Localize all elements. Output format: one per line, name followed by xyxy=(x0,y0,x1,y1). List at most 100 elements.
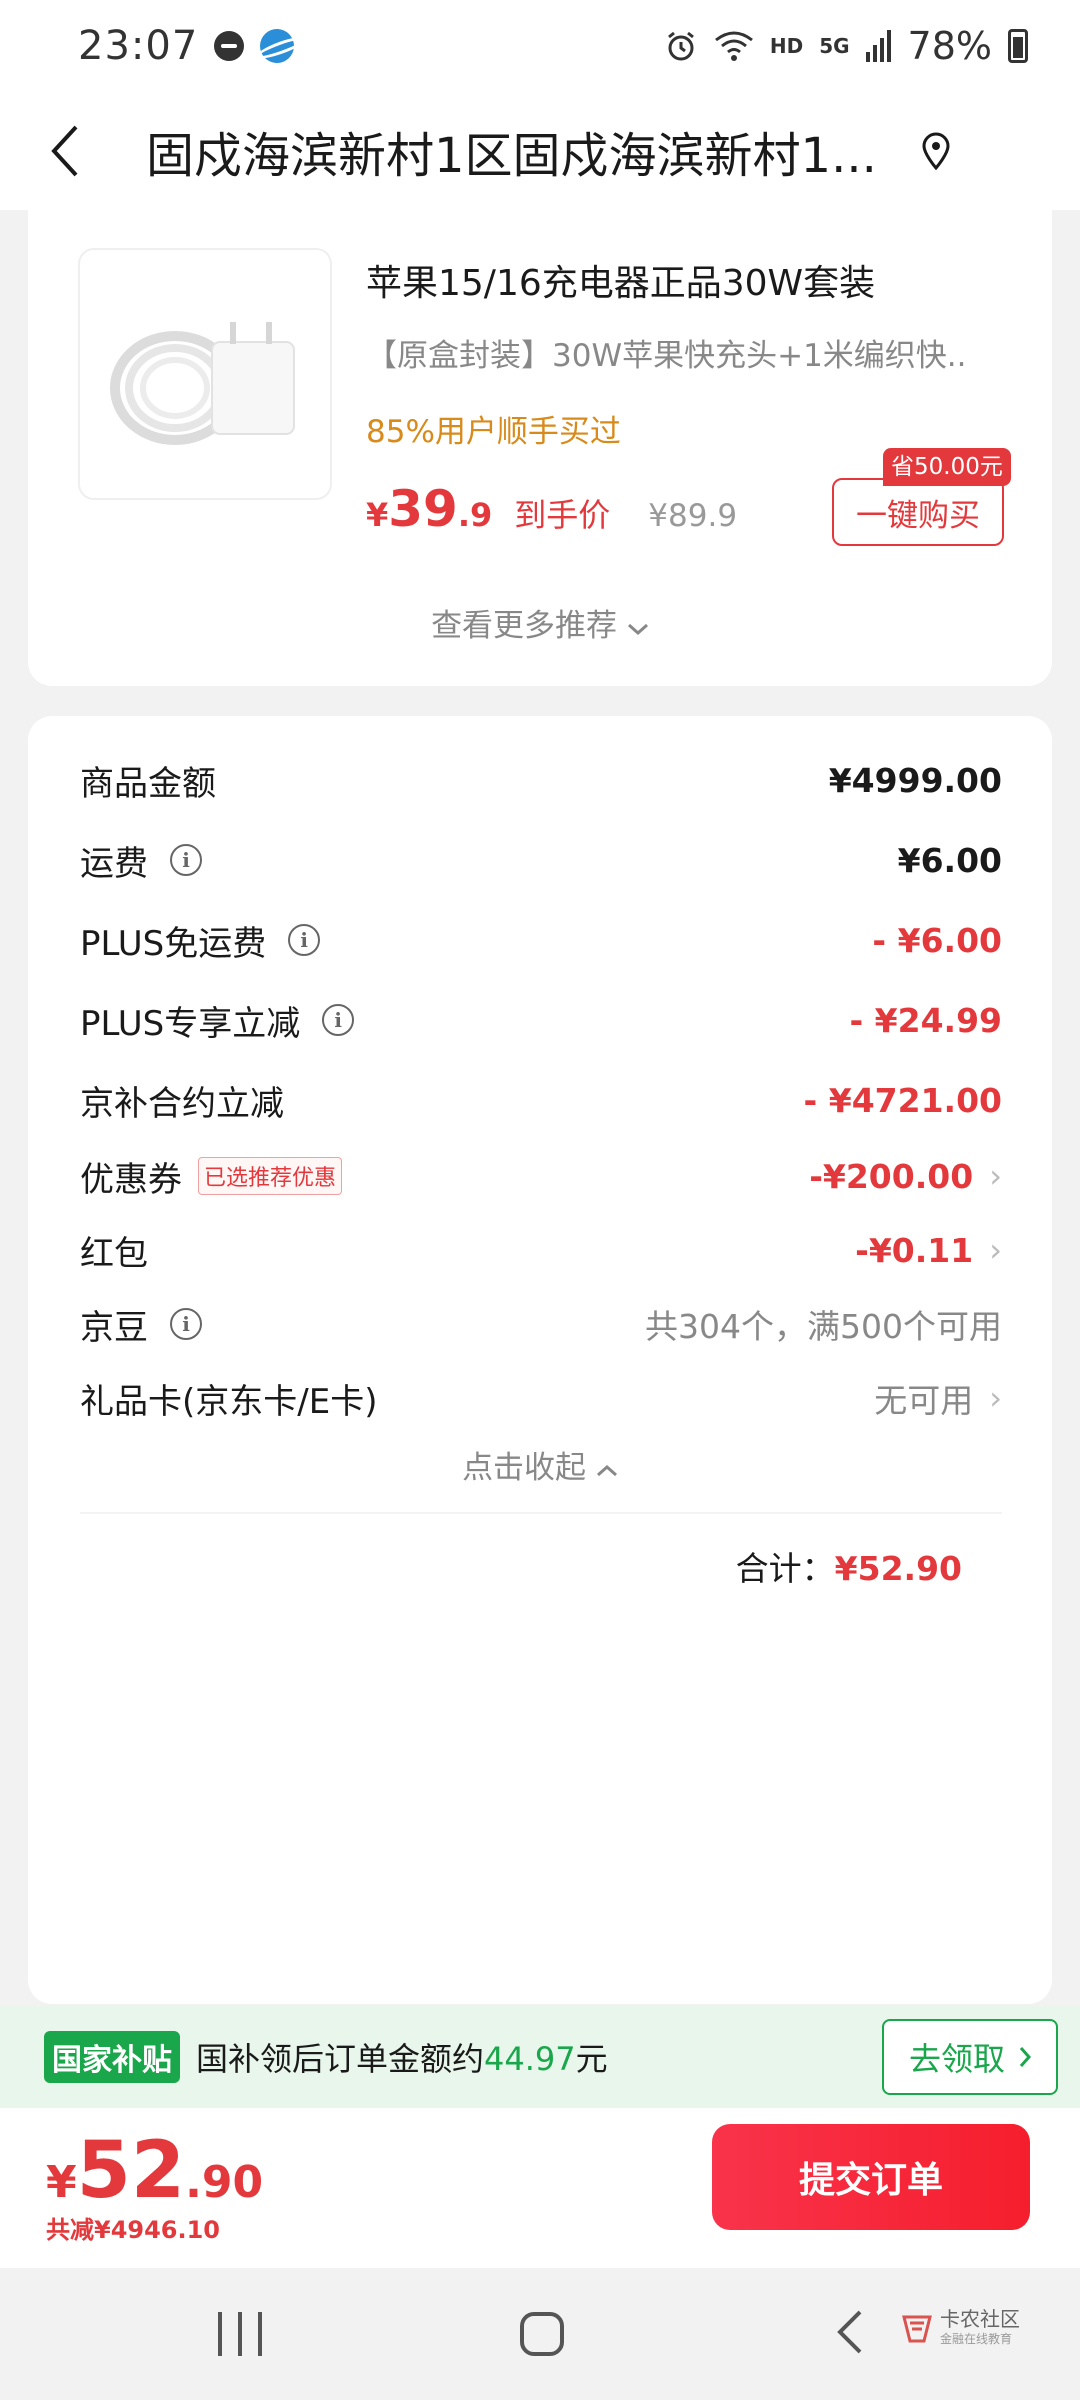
fee-label-wrap: 优惠券 已选推荐优惠 xyxy=(80,1152,343,1201)
hd-indicator: HD xyxy=(769,34,804,58)
product-price: ¥ 39 .9 到手价 ¥89.9 xyxy=(366,480,737,538)
fee-row-gift-card[interactable]: 礼品卡(京东卡/E卡) 无可用 › xyxy=(80,1368,1002,1428)
total-saved: 共减¥4946.10 xyxy=(46,2216,221,2244)
order-total: 合计：¥52.90 xyxy=(736,1542,962,1590)
price-integer: 39 xyxy=(388,480,458,538)
fee-value: ¥6.00 xyxy=(897,840,1002,880)
fee-value: -¥200.00 xyxy=(809,1156,974,1196)
fee-value: - ¥4721.00 xyxy=(803,1080,1002,1120)
claim-subsidy-button[interactable]: 去领取 xyxy=(882,2019,1058,2095)
signal-icon xyxy=(865,30,891,62)
network-type: 5G xyxy=(819,34,850,58)
collapse-label: 点击收起 xyxy=(462,1450,587,1486)
more-recommendations-link[interactable]: 查看更多推荐 xyxy=(28,600,1052,645)
one-click-buy-button[interactable]: 一键购买 xyxy=(832,478,1004,546)
watermark-sub: 金融在线教育 xyxy=(940,2332,1013,2346)
fee-row-goods: 商品金额 ¥4999.00 xyxy=(80,750,1002,810)
collapse-link[interactable]: 点击收起 xyxy=(28,1442,1052,1487)
fee-label-wrap: 运费 i xyxy=(80,836,202,885)
subsidy-text-after: 元 xyxy=(575,2040,608,2078)
original-price: ¥89.9 xyxy=(648,498,738,534)
fee-label-wrap: PLUS免运费 i xyxy=(80,916,321,965)
fee-value: -¥0.11 xyxy=(855,1230,974,1270)
status-bar-left: 23:07 xyxy=(78,23,300,69)
fee-label: 红包 xyxy=(80,1233,148,1274)
product-image[interactable] xyxy=(78,248,332,500)
fee-label: 礼品卡(京东卡/E卡) xyxy=(80,1381,378,1422)
info-icon[interactable]: i xyxy=(170,1308,202,1340)
fee-value-wrap: -¥0.11 › xyxy=(855,1231,1002,1270)
submit-order-button[interactable]: 提交订单 xyxy=(712,2124,1030,2230)
fee-label: 运费 xyxy=(80,843,148,884)
payable-integer: 52 xyxy=(76,2126,186,2216)
social-proof-text: 85%用户顺手买过 xyxy=(366,414,621,450)
checkout-bar: ¥ 52 .90 共减¥4946.10 提交订单 xyxy=(0,2108,1080,2268)
info-icon[interactable]: i xyxy=(288,924,321,956)
fee-value: - ¥24.99 xyxy=(849,1000,1002,1040)
chevron-down-icon xyxy=(627,623,648,636)
watermark-logo-icon xyxy=(902,2315,932,2342)
total-amount: ¥52.90 xyxy=(834,1549,962,1588)
fee-row-coupon[interactable]: 优惠券 已选推荐优惠 -¥200.00 › xyxy=(80,1146,1002,1206)
total-label: 合计： xyxy=(735,1549,835,1588)
fee-row-red-packet[interactable]: 红包 -¥0.11 › xyxy=(80,1220,1002,1280)
recent-bar xyxy=(258,2312,262,2356)
chevron-right-icon: › xyxy=(989,1379,1002,1417)
watermark: 卡农社区 金融在线教育 xyxy=(900,2308,1020,2347)
divider xyxy=(80,1512,1002,1514)
system-back-button[interactable] xyxy=(836,2308,864,2364)
battery-percent: 78% xyxy=(907,24,992,68)
browser-planet-icon xyxy=(255,24,300,68)
fee-row-plus-free-shipping: PLUS免运费 i - ¥6.00 xyxy=(80,910,1002,970)
more-recommendations-label: 查看更多推荐 xyxy=(431,608,618,644)
product-title[interactable]: 苹果15/16充电器正品30W套装 xyxy=(366,254,875,306)
recent-apps-button[interactable] xyxy=(218,2312,262,2356)
back-button[interactable] xyxy=(50,111,110,191)
recent-bar xyxy=(238,2312,242,2356)
watermark-text-wrap: 卡农社区 金融在线教育 xyxy=(940,2308,1020,2347)
subsidy-amount: 44.97 xyxy=(484,2040,576,2078)
fee-row-shipping: 运费 i ¥6.00 xyxy=(80,830,1002,890)
status-time: 23:07 xyxy=(78,23,199,69)
subsidy-text: 国补领后订单金额约44.97元 xyxy=(196,2034,882,2080)
status-bar: 23:07 HD 5G 78% xyxy=(0,0,1080,92)
chevron-right-icon: › xyxy=(989,1157,1002,1195)
fee-value: ¥4999.00 xyxy=(828,760,1002,800)
battery-icon xyxy=(1008,29,1028,63)
claim-label: 去领取 xyxy=(908,2040,1005,2078)
delivery-address[interactable]: 固戍海滨新村1区固戍海滨新村1... xyxy=(146,116,886,186)
info-icon[interactable]: i xyxy=(170,844,202,876)
fee-label: 京补合约立减 xyxy=(80,1083,284,1124)
price-currency: ¥ xyxy=(366,496,389,534)
fee-row-jd-beans: 京豆 i 共304个，满500个可用 xyxy=(80,1294,1002,1354)
subsidy-tag: 国家补贴 xyxy=(44,2031,180,2083)
fee-label: 优惠券 xyxy=(80,1159,182,1200)
info-icon[interactable]: i xyxy=(322,1004,355,1036)
chevron-up-icon xyxy=(596,1464,617,1477)
recent-bar xyxy=(218,2312,222,2356)
fee-value-wrap: 无可用 › xyxy=(874,1374,1002,1422)
fee-details-card: 商品金额 ¥4999.00 运费 i ¥6.00 PLUS免运费 i - ¥6.… xyxy=(28,716,1052,2004)
chevron-left-icon xyxy=(51,125,78,177)
national-subsidy-bar: 国家补贴 国补领后订单金额约44.97元 去领取 xyxy=(0,2006,1080,2108)
fee-label: PLUS免运费 xyxy=(80,923,267,964)
do-not-disturb-icon xyxy=(214,31,245,61)
fee-label-wrap: PLUS专享立减 i xyxy=(80,996,355,1045)
alarm-icon xyxy=(667,31,694,61)
payable-currency: ¥ xyxy=(46,2157,77,2208)
chevron-right-icon xyxy=(1019,2047,1031,2067)
fee-label: PLUS专享立减 xyxy=(80,1003,301,1044)
coupon-selected-tag: 已选推荐优惠 xyxy=(198,1157,343,1195)
home-button[interactable] xyxy=(520,2312,564,2356)
system-nav-bar: 卡农社区 金融在线教育 xyxy=(0,2268,1080,2400)
payable-decimal: .90 xyxy=(185,2157,264,2208)
price-decimal: .9 xyxy=(457,496,493,534)
product-description: 【原盒封装】30W苹果快充头+1米编织快... xyxy=(366,338,966,374)
fee-row-plus-discount: PLUS专享立减 i - ¥24.99 xyxy=(80,990,1002,1050)
fee-label: 京豆 xyxy=(80,1307,148,1348)
recommend-card: 苹果15/16充电器正品30W套装 【原盒封装】30W苹果快充头+1米编织快..… xyxy=(28,190,1052,686)
watermark-name: 卡农社区 xyxy=(940,2307,1020,2331)
location-pin-icon[interactable] xyxy=(916,121,956,181)
fee-value: 无可用 xyxy=(874,1381,974,1420)
save-badge: 省50.00元 xyxy=(883,448,1011,486)
